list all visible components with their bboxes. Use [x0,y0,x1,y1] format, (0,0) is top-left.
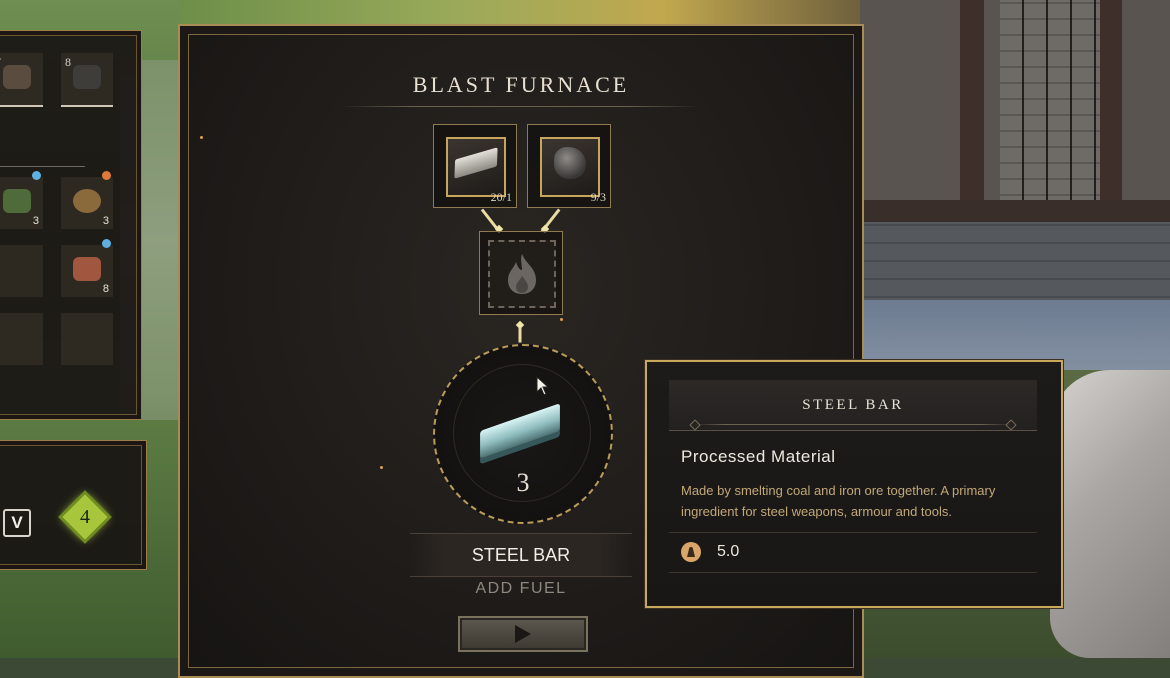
tooltip-title: STEEL BAR [802,397,904,413]
ember-particle [380,466,383,469]
craft-start-button[interactable] [458,616,588,652]
timber-beam [1100,0,1122,210]
inventory-slot[interactable] [0,245,43,297]
inventory-panel: 7 8 3 3 8 [0,30,142,420]
building-window [1000,0,1100,210]
fire-icon [508,254,536,294]
iron-ingot-icon [454,147,498,179]
ingredient-quantity: 20/1 [490,190,512,204]
meat-icon [73,257,101,281]
inventory-slot[interactable]: 8 [61,239,113,297]
slot-count: 8 [102,283,109,295]
output-name-bar: STEEL BAR [410,533,632,577]
ingredient-slot-coal[interactable]: 9/3 [527,124,611,208]
ornament-diamond [1005,419,1017,431]
pouch-icon [73,65,101,89]
divider [0,166,85,167]
slot-number: 8 [65,55,71,69]
output-quantity: 3 [516,468,530,497]
ornament-diamond [689,419,701,431]
ingredient-quantity: 9/3 [590,190,606,204]
tooltip-header: STEEL BAR [669,380,1037,431]
item-description: Made by smelting coal and iron ore toget… [681,483,996,519]
tooltip-underline [693,424,1013,425]
ingredient-frame [446,137,506,197]
hotbar-panel: V 4 [0,440,147,570]
inventory-slot[interactable]: 7 [0,53,43,107]
water-drop-icon [102,239,111,248]
item-tooltip: STEEL BAR Processed Material Made by sme… [645,360,1063,608]
divider [669,532,1037,533]
play-icon [515,625,531,643]
inventory-slot[interactable]: 3 [61,171,113,229]
heat-icon [102,171,111,180]
mouse-cursor-icon [536,376,550,396]
slot-number: 7 [0,55,1,70]
timber-beam [860,200,1170,222]
weight-icon [681,542,701,562]
timber-beam [960,0,984,210]
output-item-name: STEEL BAR [471,545,571,565]
slot-count: 3 [102,215,109,227]
axe-icon [3,65,31,89]
herb-icon [3,189,31,213]
fuel-slot-frame [488,240,556,308]
weight-glyph-icon [687,547,695,557]
item-category: Processed Material [681,447,836,466]
panel-title: BLAST FURNACE [412,72,630,97]
item-weight: 5.0 [717,543,740,560]
title-underline [340,106,700,107]
bowl-icon [73,189,101,213]
keybind-hint: V [3,509,31,537]
ingredient-frame [540,137,600,197]
fuel-slot[interactable] [479,231,563,315]
ember-particle [560,318,563,321]
connector-node [515,320,525,330]
inventory-slot[interactable]: 8 [61,53,113,107]
add-fuel-label[interactable]: ADD FUEL [410,580,632,598]
inventory-slot[interactable] [61,313,113,365]
boulder [1050,370,1170,658]
ember-particle [200,136,203,139]
water-drop-icon [32,171,41,180]
coal-icon [554,147,586,179]
slot-count: 3 [32,215,39,227]
divider [669,572,1037,573]
inventory-slot[interactable]: 3 [0,171,43,229]
output-slot[interactable]: 3 [433,344,613,524]
inventory-slot[interactable] [0,313,43,365]
ingredient-slot-iron[interactable]: 20/1 [433,124,517,208]
level-number: 4 [80,505,90,528]
